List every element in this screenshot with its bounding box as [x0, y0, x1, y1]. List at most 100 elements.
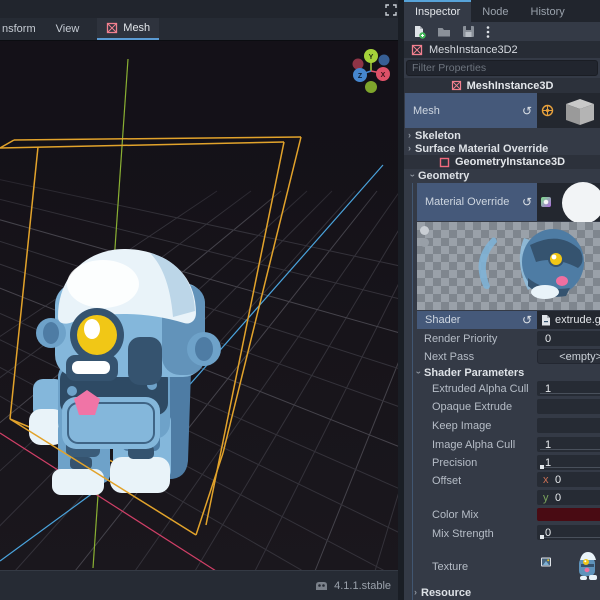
edited-object-name: MeshInstance3D2	[429, 43, 518, 56]
arraymesh-icon	[541, 104, 554, 117]
distraction-free-icon[interactable]	[385, 4, 397, 16]
mesh-preview-thumbnail	[566, 99, 594, 125]
mix-strength-label: Mix Strength	[432, 528, 494, 540]
tab-inspector[interactable]: Inspector	[404, 0, 472, 22]
preview-sphere-button[interactable]	[420, 226, 429, 235]
group-surface-material-override[interactable]: › Surface Material Override	[408, 142, 548, 155]
precision-label: Precision	[432, 457, 478, 469]
keep-image-field: ✓ On	[537, 418, 600, 433]
filter-properties-input[interactable]	[406, 60, 598, 76]
save-icon[interactable]	[462, 25, 475, 38]
offset-x-axis-label: x	[543, 474, 549, 486]
offset-y-value: 0	[555, 492, 562, 504]
dock-tabbar: Inspector Node History	[404, 0, 600, 22]
inspector-dock: Inspector Node History MeshInstance3D2 F…	[404, 0, 600, 600]
indent-guide	[412, 183, 413, 600]
chevron-right-icon: ›	[408, 143, 411, 153]
gizmo-neg-y[interactable]	[365, 81, 377, 93]
tab-node[interactable]: Node	[471, 0, 519, 22]
tab-inspector-label: Inspector	[415, 6, 461, 18]
slider-track	[540, 393, 600, 394]
gizmo-neg-z[interactable]	[378, 54, 390, 66]
material-sphere-preview	[562, 182, 600, 224]
image-alpha-cull-label: Image Alpha Cull	[432, 439, 516, 451]
new-resource-icon[interactable]	[412, 25, 426, 39]
load-resource-icon[interactable]	[437, 25, 451, 38]
slider-track	[540, 467, 600, 468]
shader-material-icon	[541, 197, 551, 207]
category-meshinstance3d-label: MeshInstance3D	[466, 79, 554, 92]
precision-slider[interactable]: 1	[537, 455, 600, 470]
preview-box-button[interactable]	[420, 238, 429, 247]
group-shader-parameters[interactable]: › Shader Parameters	[414, 366, 525, 379]
offset-x-input[interactable]: x 0	[537, 472, 600, 487]
extruded-alpha-cull-slider[interactable]: 1	[537, 381, 600, 396]
slider-grabber[interactable]	[540, 535, 544, 539]
category-meshinstance3d[interactable]: MeshInstance3D	[404, 78, 600, 93]
mesh-property-label: Mesh	[413, 104, 440, 117]
shader-value-cell[interactable]: extrude.gds	[537, 311, 600, 329]
next-pass-label: Next Pass	[424, 351, 475, 363]
viewport-panel: nsform View Mesh Y X Z 4.1.1.stable	[0, 0, 491, 600]
color-mix-swatch[interactable]	[537, 508, 600, 521]
image-alpha-cull-slider[interactable]: 1	[537, 437, 600, 452]
tab-history[interactable]: History	[520, 0, 576, 22]
material-override-value-cell[interactable]	[537, 182, 600, 224]
group-skeleton-label: Skeleton	[415, 129, 461, 142]
slider-track	[540, 449, 600, 450]
group-resource-label: Resource	[421, 586, 472, 599]
texture-thumbnail[interactable]	[576, 550, 600, 582]
menu-view[interactable]: View	[46, 18, 90, 40]
material-override-row[interactable]: Material Override ↺	[417, 183, 537, 221]
texture-label: Texture	[432, 561, 469, 573]
group-skeleton[interactable]: › Skeleton	[408, 129, 461, 142]
next-pass-button[interactable]: <empty>	[537, 349, 600, 364]
menu-transform-label: nsform	[2, 23, 36, 35]
gizmo-y-label: Y	[369, 54, 374, 61]
edited-object-row[interactable]: MeshInstance3D2	[404, 41, 600, 58]
viewport-canvas[interactable]: Y X Z	[0, 41, 491, 600]
offset-y-axis-label: y	[543, 492, 549, 504]
keep-image-label: Keep Image	[432, 420, 492, 432]
offset-label: Offset	[432, 475, 462, 487]
filter-row	[406, 60, 598, 76]
viewport-3d[interactable]: Y X Z	[0, 40, 491, 600]
material-preview-area	[417, 222, 600, 310]
category-geometryinstance3d[interactable]: GeometryInstance3D	[404, 155, 600, 169]
gizmo-neg-x[interactable]	[352, 58, 364, 70]
meshinstance3d-node-icon	[411, 44, 423, 55]
color-mix-label: Color Mix	[432, 509, 479, 521]
offset-x-value: 0	[555, 474, 562, 486]
shader-file-icon	[542, 315, 550, 326]
opaque-extrude-field: ✓ On	[537, 399, 600, 414]
texture-image-icon[interactable]	[540, 556, 552, 568]
shader-revert-icon[interactable]: ↺	[522, 314, 532, 326]
group-shader-parameters-label: Shader Parameters	[424, 366, 525, 379]
render-priority-input[interactable]: 0	[537, 331, 600, 346]
menu-mesh-label: Mesh	[123, 22, 151, 34]
mesh-property-row[interactable]: Mesh ↺	[405, 93, 537, 128]
mesh-value-cell[interactable]	[537, 93, 600, 128]
group-surface-material-override-label: Surface Material Override	[415, 142, 549, 155]
meshinstance3d-icon	[451, 80, 461, 91]
extruded-alpha-cull-label: Extruded Alpha Cull	[432, 383, 529, 395]
menu-mesh[interactable]: Mesh	[97, 18, 160, 40]
mix-strength-slider[interactable]: 0	[537, 525, 600, 540]
shader-property-row[interactable]: Shader ↺	[417, 311, 537, 329]
extra-options-icon[interactable]	[486, 25, 490, 39]
geometryinstance3d-icon	[439, 157, 450, 167]
menu-transform[interactable]: nsform	[0, 18, 46, 40]
slider-grabber[interactable]	[540, 465, 544, 469]
material-override-revert-icon[interactable]: ↺	[522, 196, 532, 208]
chevron-down-icon: ›	[414, 371, 424, 374]
viewport-menubar: nsform View Mesh	[0, 18, 398, 40]
next-pass-value: <empty>	[559, 350, 600, 363]
group-geometry[interactable]: › Geometry	[408, 169, 469, 182]
version-label: 4.1.1.stable	[334, 579, 391, 592]
offset-y-input[interactable]: y 0	[537, 490, 600, 505]
group-resource[interactable]: › Resource	[414, 586, 471, 599]
render-priority-value: 0	[545, 332, 552, 345]
opaque-extrude-label: Opaque Extrude	[432, 401, 513, 413]
category-geometryinstance3d-label: GeometryInstance3D	[454, 156, 566, 168]
mesh-revert-icon[interactable]: ↺	[522, 105, 532, 117]
